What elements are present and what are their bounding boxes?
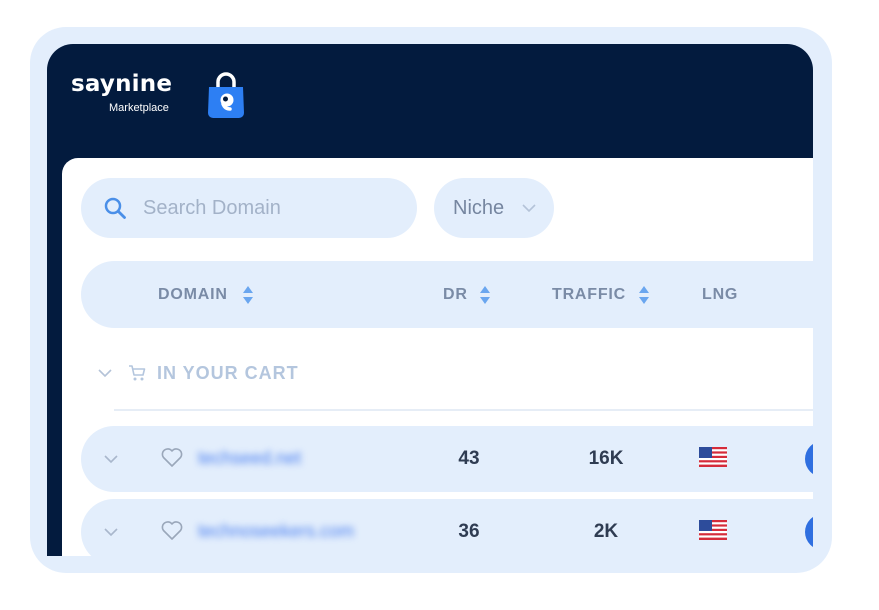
niche-filter-select[interactable]: Niche xyxy=(434,178,554,238)
column-header-language: LNG xyxy=(702,286,739,303)
cart-icon xyxy=(129,365,146,381)
marketplace-panel: Niche DOMAIN DR TRAFFIC LNG xyxy=(62,158,813,556)
sort-icon[interactable] xyxy=(479,284,491,306)
chevron-down-icon xyxy=(98,369,112,378)
row-traffic: 2K xyxy=(593,521,619,542)
app-window: saynine Marketplace Niche DOMAIN xyxy=(47,44,813,556)
chevron-down-icon[interactable] xyxy=(104,454,118,464)
column-header-traffic[interactable]: TRAFFIC xyxy=(552,286,626,304)
row-domain[interactable]: technoseekers.com xyxy=(198,521,354,542)
search-icon xyxy=(104,197,126,219)
us-flag-icon xyxy=(699,520,727,540)
brand-name: saynine xyxy=(71,71,173,97)
cart-section-toggle[interactable]: IN YOUR CART xyxy=(98,361,398,387)
niche-filter-label: Niche xyxy=(453,197,505,219)
brand-logo[interactable]: saynine Marketplace xyxy=(71,71,244,121)
column-header-dr[interactable]: DR xyxy=(443,286,468,304)
search-input[interactable] xyxy=(143,192,383,224)
search-box[interactable] xyxy=(81,178,417,238)
row-traffic: 16K xyxy=(588,448,624,469)
heart-icon[interactable] xyxy=(160,446,184,468)
chevron-down-icon[interactable] xyxy=(104,527,118,537)
sort-icon[interactable] xyxy=(638,284,650,306)
chevron-down-icon xyxy=(522,204,536,213)
brand-subtitle: Marketplace xyxy=(109,102,169,114)
cart-section-label: IN YOUR CART xyxy=(157,363,299,383)
add-to-cart-button[interactable] xyxy=(805,441,813,477)
row-dr: 36 xyxy=(458,521,480,542)
heart-icon[interactable] xyxy=(160,519,184,541)
shopping-bag-icon xyxy=(208,72,244,118)
column-header-domain[interactable]: DOMAIN xyxy=(158,286,228,304)
row-dr: 43 xyxy=(458,448,480,469)
us-flag-icon xyxy=(699,447,727,467)
sort-icon[interactable] xyxy=(242,284,254,306)
section-divider xyxy=(114,409,813,411)
table-row[interactable]: technoseekers.com 36 2K xyxy=(81,499,813,556)
table-row[interactable]: techseed.net 43 16K xyxy=(81,426,813,492)
add-to-cart-button[interactable] xyxy=(805,514,813,550)
row-domain[interactable]: techseed.net xyxy=(198,448,301,469)
table-header: DOMAIN DR TRAFFIC LNG xyxy=(81,261,813,328)
